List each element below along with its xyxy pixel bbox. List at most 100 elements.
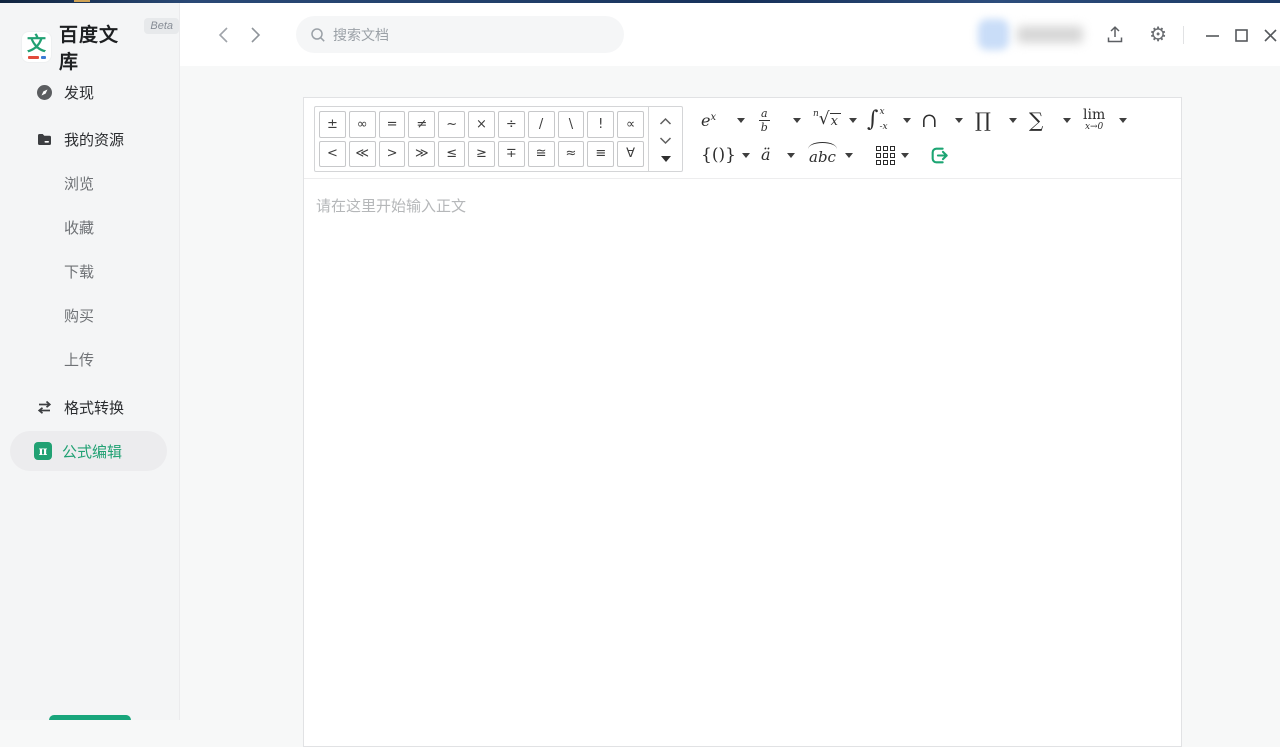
gear-icon[interactable]: ⚙ [1149,25,1167,45]
wenku-logo-icon: 文 [22,32,51,62]
folder-icon [36,131,53,148]
overscript-button[interactable]: abc [809,145,853,166]
search-input[interactable] [333,27,610,43]
dropdown-caret-icon [742,153,750,158]
symbol-button[interactable]: > [379,141,406,168]
logo-glyph: 文 [27,35,46,54]
beta-badge: Beta [144,18,179,34]
sidebar-item-favorites[interactable]: 收藏 [0,205,179,249]
formula-toolbar: ±∞=≠~×÷/\!∝ <≪>≫≤≥∓≅≈≡∀ exab n√x ∫x-x ∩ ∏ ∑ lim… [304,98,1181,179]
dropdown-caret-icon [849,118,857,123]
sidebar-item-label: 格式转换 [64,397,124,418]
set-operator-button[interactable]: ∩ [921,110,963,130]
compass-icon [36,84,53,101]
search-icon [310,27,326,43]
brackets-button[interactable]: {()} [701,147,745,164]
sidebar-item-label: 购买 [64,305,94,326]
close-icon[interactable] [1263,27,1278,43]
sidebar-item-downloads[interactable]: 下载 [0,249,179,293]
dropdown-caret-icon [903,118,911,123]
dropdown-caret-icon [1063,118,1071,123]
app-logo: 文 百度文库 Beta [22,20,179,74]
logo-underline [28,56,46,59]
dropdown-caret-icon [845,153,853,158]
symbol-button[interactable]: ! [587,111,614,138]
sidebar: 文 百度文库 Beta 发现我的资源浏览收藏下载购买上传格式转换 π 公式编辑 [0,3,180,720]
dropdown-caret-icon [1119,118,1127,123]
palette-scroll-up-icon[interactable] [659,115,672,127]
symbol-button[interactable]: ± [319,111,346,138]
minimize-button[interactable] [1205,27,1220,43]
sidebar-item-formula-editor[interactable]: π 公式编辑 [10,431,167,471]
structure-buttons: exab n√x ∫x-x ∩ ∏ ∑ limx→0 {()} äabc [701,98,1177,178]
dropdown-caret-icon [737,118,745,123]
sidebar-item-label: 下载 [64,261,94,282]
symbol-button[interactable]: ∝ [617,111,644,138]
dropdown-caret-icon [901,153,909,158]
symbol-button[interactable]: × [468,111,495,138]
dropdown-caret-icon [787,153,795,158]
symbol-button[interactable]: ∞ [349,111,376,138]
dropdown-caret-icon [955,118,963,123]
sidebar-item-uploads[interactable]: 上传 [0,337,179,381]
symbol-button[interactable]: ≥ [468,141,495,168]
editor-placeholder: 请在这里开始输入正文 [316,195,466,216]
fraction-button[interactable]: ab [759,108,801,133]
dropdown-caret-icon [793,118,801,123]
search-box[interactable] [296,16,624,53]
sidebar-item-browse[interactable]: 浏览 [0,161,179,205]
sidebar-item-label: 上传 [64,349,94,370]
symbol-button[interactable]: \ [558,111,585,138]
palette-expand-icon[interactable] [661,153,671,165]
transfer-icon [36,399,53,416]
symbol-button[interactable]: ≡ [587,141,614,168]
symbol-button[interactable]: ≠ [408,111,435,138]
sidebar-item-label: 收藏 [64,217,94,238]
symbol-button[interactable]: / [528,111,555,138]
symbol-button[interactable]: ≅ [528,141,555,168]
accent-button[interactable]: ä [761,147,795,163]
matrix-button[interactable] [876,146,907,165]
symbol-button[interactable]: ∓ [498,141,525,168]
export-formula-button[interactable] [929,145,950,166]
symbol-button[interactable]: ≈ [558,141,585,168]
limit-button[interactable]: limx→0 [1083,108,1127,132]
symbol-button[interactable]: ~ [438,111,465,138]
symbol-button[interactable]: ≫ [408,141,435,168]
exponent-button[interactable]: ex [701,111,745,130]
pi-icon: π [34,442,52,460]
sidebar-item-discover[interactable]: 发现 [0,70,179,114]
sidebar-bottom-button[interactable] [49,715,131,720]
symbol-button[interactable]: ÷ [498,111,525,138]
topbar: ⚙ [180,3,1280,66]
back-button[interactable] [215,25,233,45]
sidebar-item-label: 发现 [64,82,94,103]
palette-scroll-down-icon[interactable] [659,134,672,146]
topbar-divider [1183,26,1184,44]
share-icon[interactable] [1105,25,1125,45]
symbol-button[interactable]: ≤ [438,141,465,168]
radical-button[interactable]: n√x [813,112,857,128]
forward-button[interactable] [246,25,264,45]
formula-editor-panel: ±∞=≠~×÷/\!∝ <≪>≫≤≥∓≅≈≡∀ exab n√x ∫x-x ∩ ∏ ∑ lim… [303,97,1182,747]
product-button[interactable]: ∏ [975,110,1017,130]
maximize-button[interactable] [1234,27,1249,43]
sidebar-item-purchases[interactable]: 购买 [0,293,179,337]
sidebar-item-my-resources[interactable]: 我的资源 [0,117,179,161]
sidebar-item-format-convert[interactable]: 格式转换 [0,385,179,429]
brand-name: 百度文库 [59,20,136,74]
username-blurred [1017,26,1083,43]
integral-button[interactable]: ∫x-x [867,108,911,132]
summation-button[interactable]: ∑ [1029,110,1071,130]
avatar[interactable] [978,19,1009,50]
background-window-accent [74,0,90,2]
sidebar-item-label: 我的资源 [64,129,124,150]
symbol-button[interactable]: < [319,141,346,168]
sidebar-item-label: 公式编辑 [62,441,122,462]
symbol-button[interactable]: ≪ [349,141,376,168]
symbol-button[interactable]: = [379,111,406,138]
sidebar-nav: 发现我的资源浏览收藏下载购买上传格式转换 π 公式编辑 [0,70,179,473]
symbol-button[interactable]: ∀ [617,141,644,168]
sidebar-item-label: 浏览 [64,173,94,194]
symbol-palette: ±∞=≠~×÷/\!∝ <≪>≫≤≥∓≅≈≡∀ [314,106,683,172]
